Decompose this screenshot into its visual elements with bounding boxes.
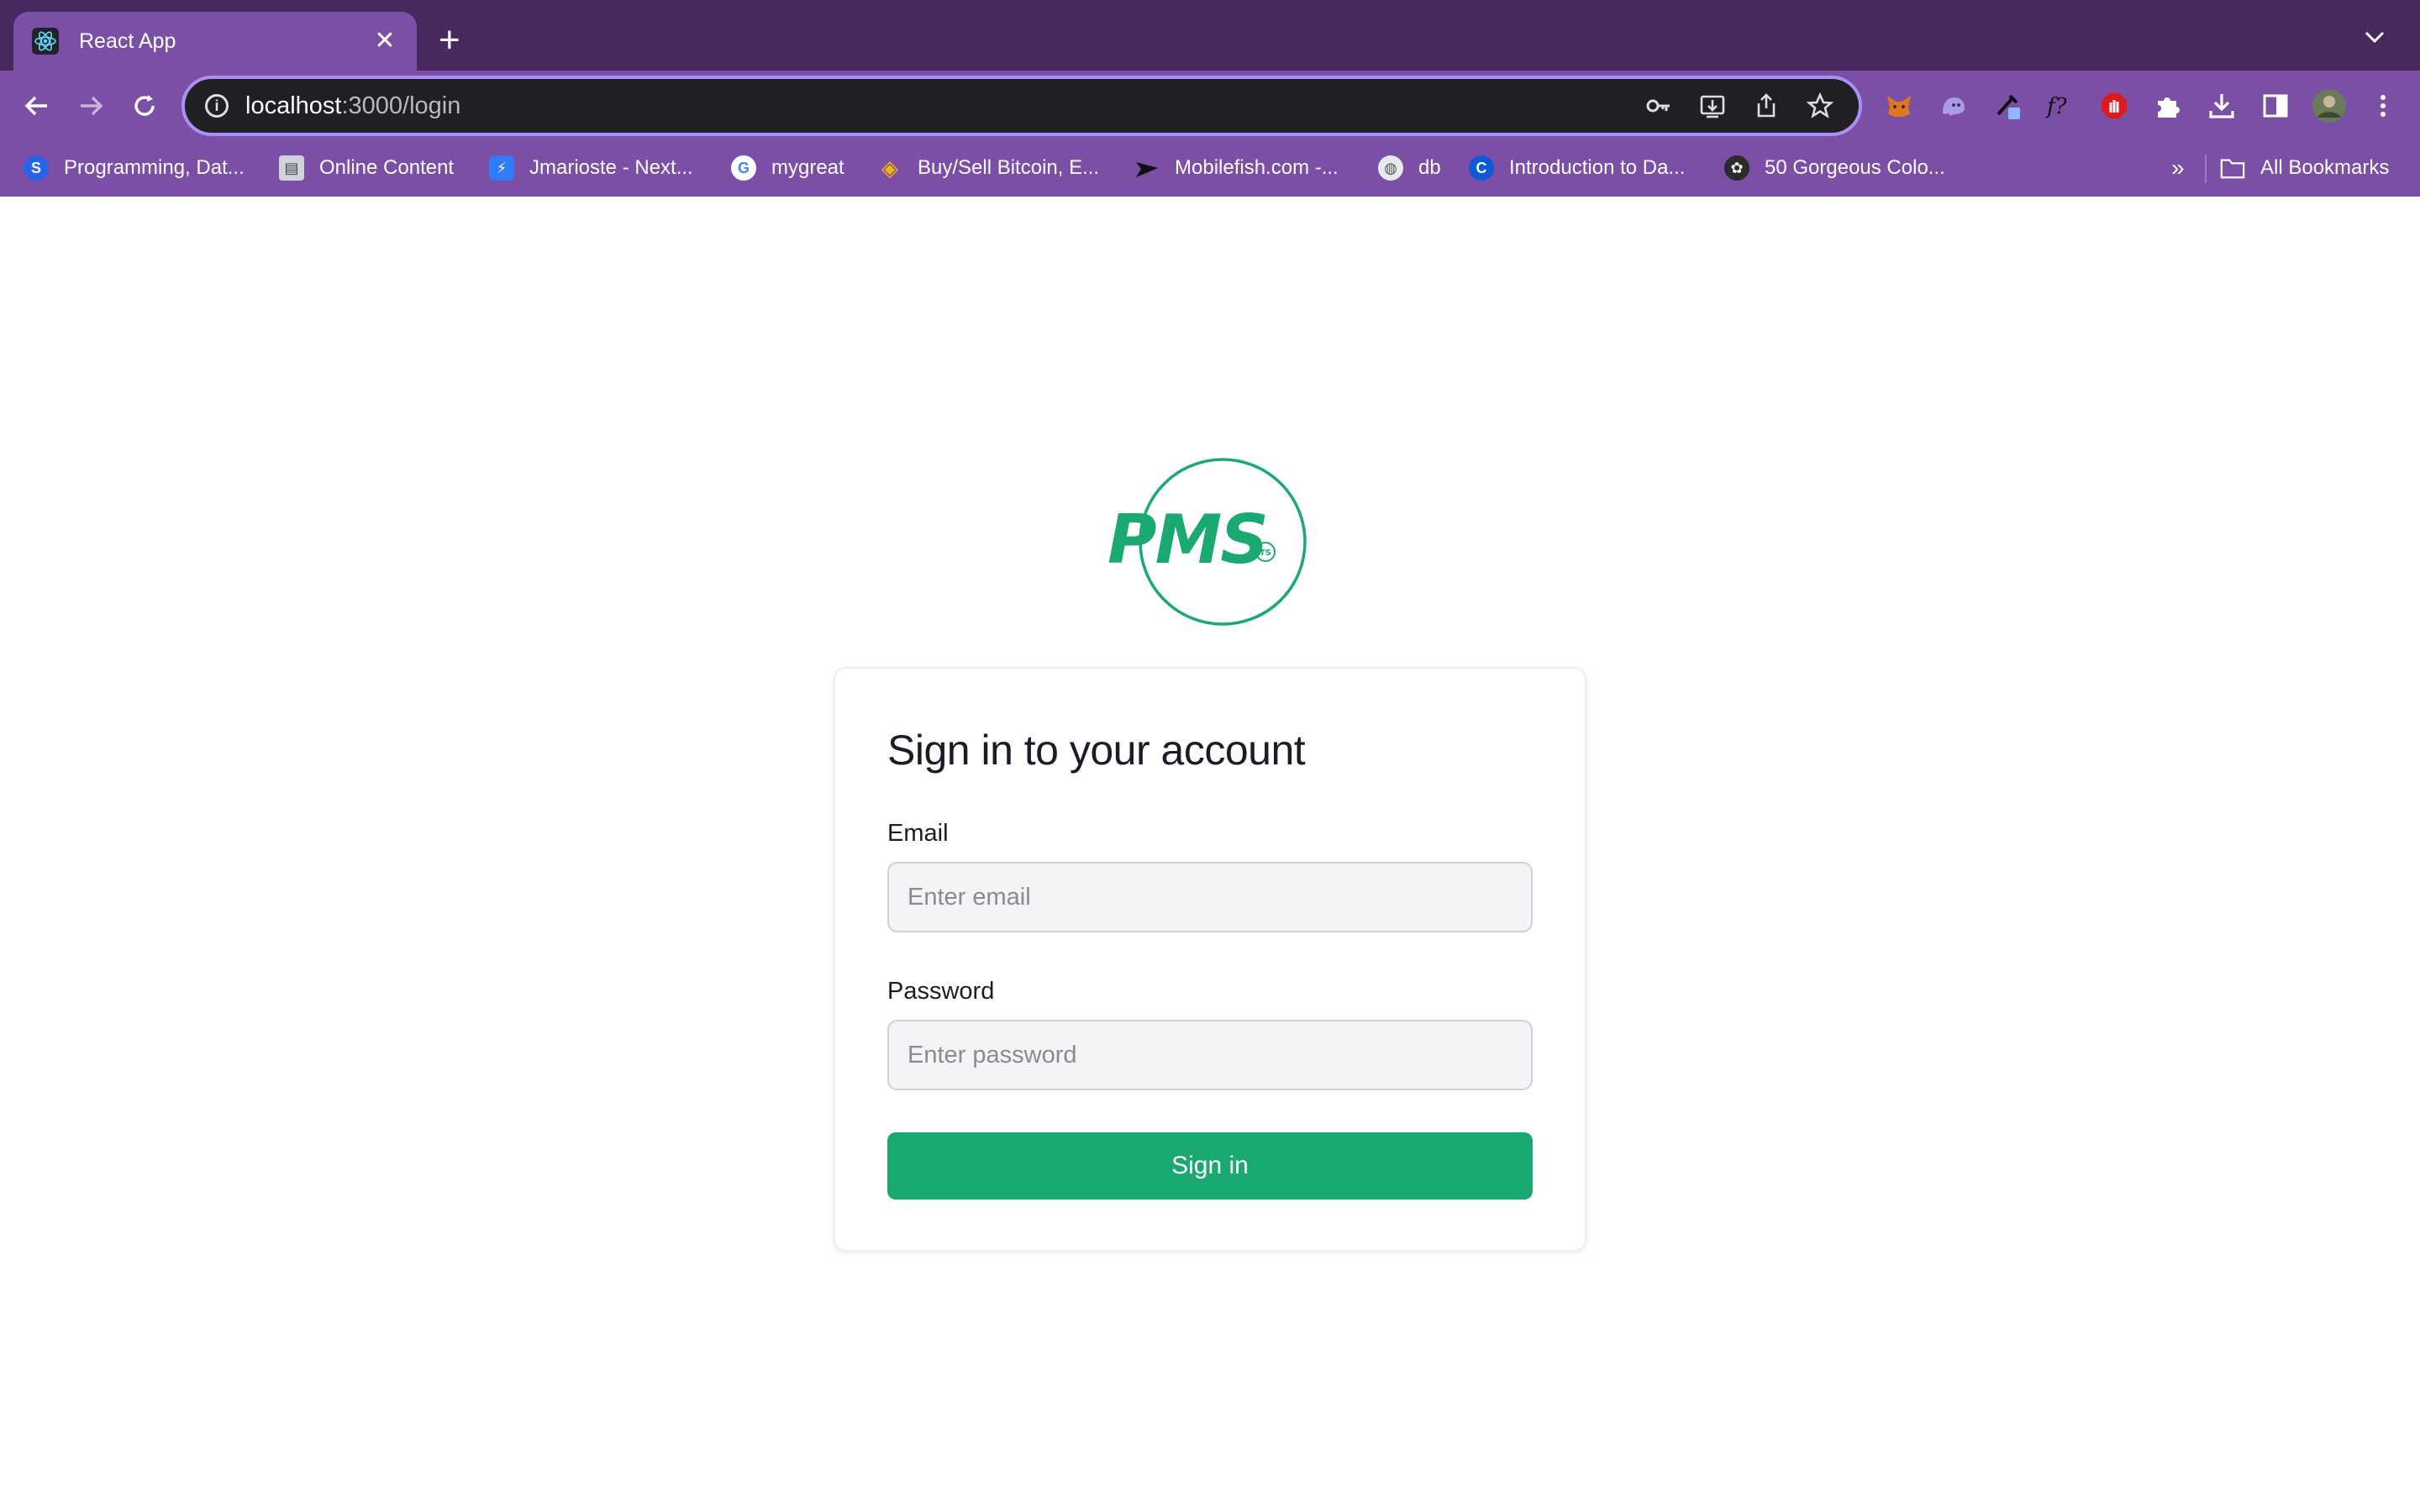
c-icon: C	[1469, 155, 1494, 181]
bookmarks-bar: S Programming, Dat... ▤ Online Content ⚡…	[0, 141, 2420, 197]
bookmark-item[interactable]: C Introduction to Da...	[1469, 151, 1685, 185]
bookmark-label: Buy/Sell Bitcoin, E...	[918, 156, 1100, 179]
login-card: Sign in to your account Email Password S…	[834, 667, 1586, 1252]
forward-icon[interactable]	[72, 87, 109, 124]
bookmark-label: db	[1418, 156, 1441, 179]
book-icon: ▤	[279, 155, 304, 181]
bolt-icon: ⚡	[489, 155, 514, 181]
url-host: localhost	[245, 92, 342, 119]
reload-icon[interactable]	[126, 87, 163, 124]
binance-icon: ◈	[881, 155, 898, 181]
back-icon[interactable]	[18, 87, 55, 124]
downloads-icon[interactable]	[2203, 87, 2240, 124]
more-bookmarks-icon[interactable]: »	[2171, 155, 2185, 181]
bookmark-item[interactable]: ⚡ Jmarioste - Next...	[489, 151, 693, 185]
metamask-icon[interactable]	[1881, 87, 1918, 124]
bookmark-item[interactable]: ◍ db	[1378, 151, 1441, 185]
logo-text: PMS	[1107, 501, 1267, 579]
bookmark-label: 50 Gorgeous Colo...	[1765, 156, 1945, 179]
page-title: Sign in to your account	[887, 727, 1306, 774]
pms-logo: PMS TS	[1101, 454, 1319, 630]
bookmark-item[interactable]: S Programming, Dat...	[24, 151, 245, 185]
all-bookmarks-button[interactable]: All Bookmarks	[2220, 151, 2389, 185]
browser-toolbar: i localhost:3000/login f?	[0, 71, 2420, 141]
bookmark-item[interactable]: ◈ Buy/Sell Bitcoin, E...	[877, 151, 1099, 185]
side-panel-icon[interactable]	[2257, 87, 2294, 124]
bookmark-label: Programming, Dat...	[64, 156, 245, 179]
font-detector-icon[interactable]: f?	[2042, 87, 2079, 124]
adblock-icon[interactable]	[2096, 87, 2133, 124]
chevron-down-icon[interactable]	[2363, 29, 2386, 45]
url-text[interactable]: localhost:3000/login	[245, 92, 1623, 120]
tab-strip: React App ✕ +	[0, 0, 2420, 71]
tab-close-icon[interactable]: ✕	[371, 29, 398, 54]
bookmark-item[interactable]: ▤ Online Content	[279, 151, 454, 185]
fish-icon	[1134, 155, 1160, 181]
profile-avatar-icon[interactable]	[2311, 87, 2348, 124]
eyedropper-icon[interactable]	[1988, 87, 2025, 124]
bookmarks-divider	[2205, 155, 2207, 183]
ghost-extension-icon[interactable]	[1934, 87, 1971, 124]
menu-kebab-icon[interactable]	[2365, 87, 2402, 124]
new-tab-icon[interactable]: +	[439, 22, 460, 59]
all-bookmarks-label: All Bookmarks	[2260, 156, 2390, 179]
bookmark-item[interactable]: Mobilefish.com -...	[1134, 151, 1339, 185]
sign-in-button[interactable]: Sign in	[887, 1132, 1533, 1200]
email-label: Email	[887, 820, 949, 847]
s-icon: S	[24, 155, 49, 181]
bookmark-star-icon[interactable]	[1802, 87, 1839, 124]
bookmark-label: Introduction to Da...	[1509, 156, 1686, 179]
install-app-icon[interactable]	[1694, 87, 1731, 124]
palette-icon: ✿	[1724, 155, 1749, 181]
tab-react-app[interactable]: React App ✕	[13, 12, 417, 71]
google-icon: G	[731, 155, 756, 181]
bookmark-label: Mobilefish.com -...	[1175, 156, 1339, 179]
password-field[interactable]	[887, 1020, 1533, 1090]
site-info-icon[interactable]: i	[205, 94, 229, 118]
folder-icon	[2220, 155, 2245, 181]
email-field[interactable]	[887, 862, 1533, 932]
bookmark-item[interactable]: G mygreat	[731, 151, 844, 185]
bookmark-label: Jmarioste - Next...	[529, 156, 693, 179]
globe-icon: ◍	[1378, 155, 1403, 181]
url-path: :3000/login	[341, 92, 461, 119]
svg-text:f?: f?	[2045, 94, 2068, 119]
address-bar[interactable]: i localhost:3000/login	[182, 76, 1862, 136]
logo-badge: TS	[1260, 549, 1271, 558]
share-icon[interactable]	[1748, 87, 1785, 124]
extensions-puzzle-icon[interactable]	[2149, 87, 2186, 124]
tab-title: React App	[79, 29, 176, 53]
bookmark-label: mygreat	[771, 156, 844, 179]
bookmark-item[interactable]: ✿ 50 Gorgeous Colo...	[1724, 151, 1945, 185]
react-icon	[32, 28, 59, 55]
key-icon[interactable]	[1640, 87, 1677, 124]
bookmark-label: Online Content	[319, 156, 455, 179]
password-label: Password	[887, 978, 995, 1005]
